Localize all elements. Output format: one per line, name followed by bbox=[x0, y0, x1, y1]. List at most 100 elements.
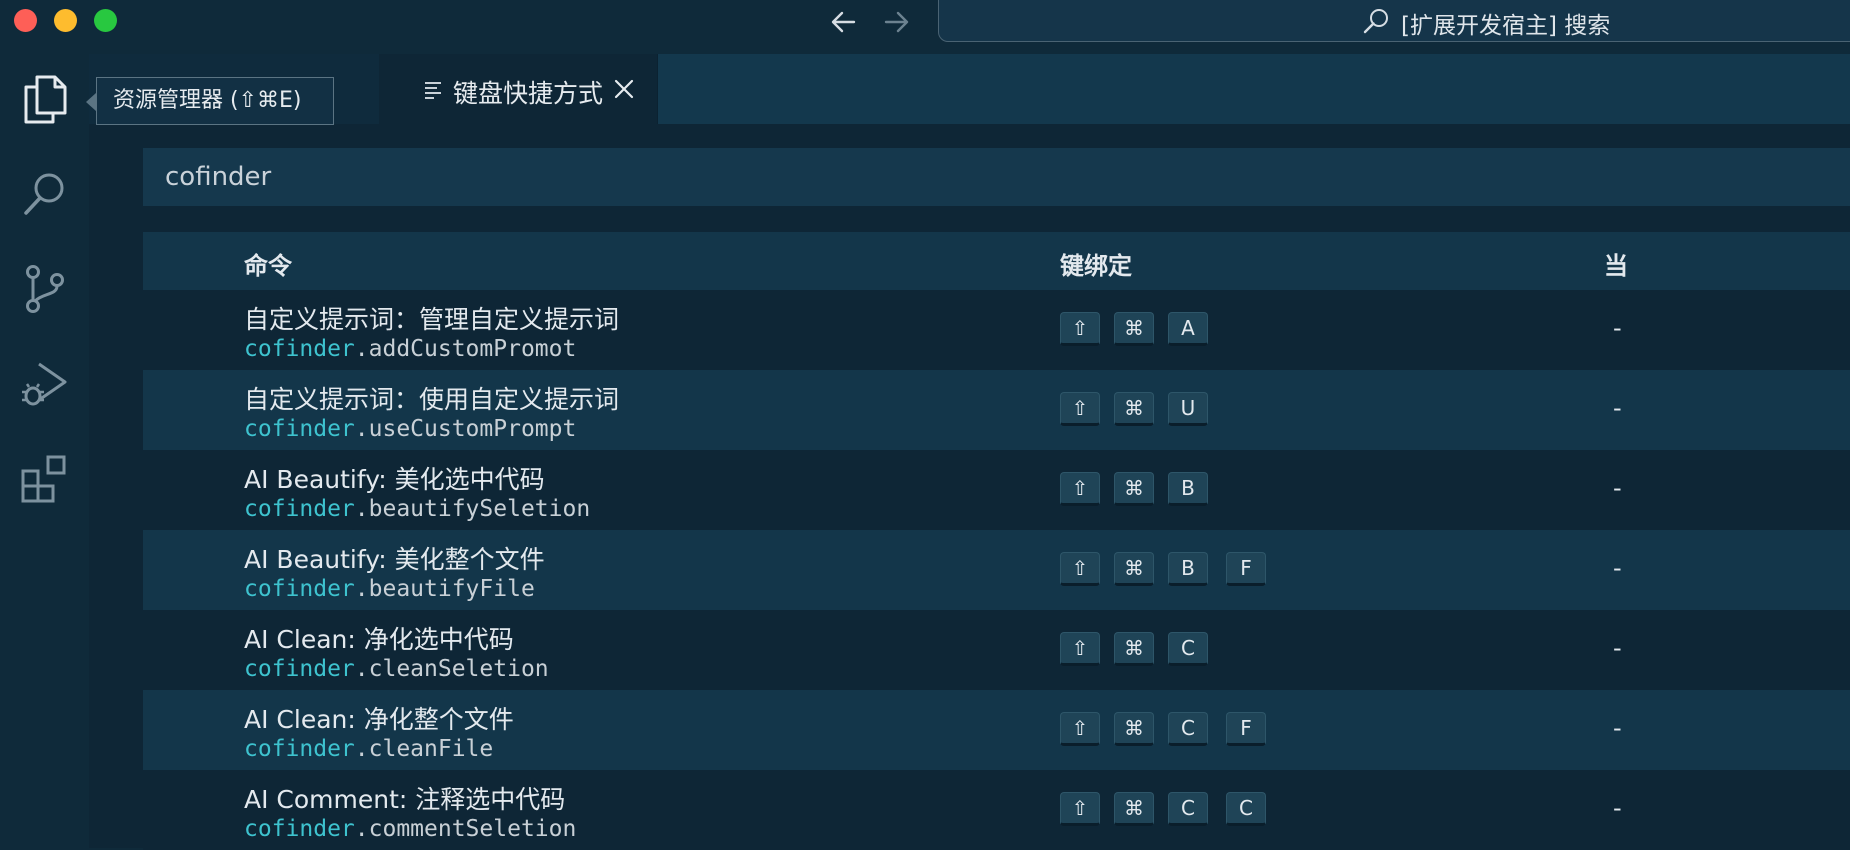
command-id: cofinder.beautifyFile bbox=[244, 576, 535, 602]
key-cap: ⇧ bbox=[1060, 312, 1100, 346]
command-name: .cleanSeletion bbox=[354, 656, 549, 682]
command-namespace: cofinder bbox=[244, 336, 355, 362]
key-cap: ⇧ bbox=[1060, 632, 1100, 666]
key-cap: B bbox=[1168, 552, 1208, 586]
command-id: cofinder.cleanSeletion bbox=[244, 656, 549, 682]
key-cap: ⇧ bbox=[1060, 472, 1100, 506]
go-forward-button[interactable] bbox=[878, 4, 914, 40]
table-row[interactable]: AI Clean: 净化选中代码 cofinder.cleanSeletion ⇧ ⌘… bbox=[143, 610, 1850, 690]
tab-keyboard-shortcuts[interactable]: 键盘快捷方式 bbox=[379, 54, 658, 124]
search-icon bbox=[1363, 9, 1388, 34]
key-cap: B bbox=[1168, 472, 1208, 506]
tab-label: 键盘快捷方式 bbox=[453, 79, 604, 108]
table-row[interactable]: AI Clean: 净化整个文件 cofinder.cleanFile ⇧ ⌘ C F - bbox=[143, 690, 1850, 770]
key-cap: ⇧ bbox=[1060, 792, 1100, 826]
when-clause: - bbox=[1613, 394, 1622, 422]
table-row[interactable]: AI Beautify: 美化整个文件 cofinder.beautifyFile… bbox=[143, 530, 1850, 610]
command-id: cofinder.commentSeletion bbox=[244, 816, 576, 842]
command-name: .beautifySeletion bbox=[354, 496, 591, 522]
close-window-button[interactable] bbox=[14, 9, 37, 32]
command-title: AI Clean: 净化整个文件 bbox=[244, 705, 514, 734]
activity-run-debug[interactable] bbox=[0, 339, 89, 429]
zoom-window-button[interactable] bbox=[94, 9, 117, 32]
keybindings-table: 命令 键绑定 当 自定义提示词：管理自定义提示词 cofinder.addCust… bbox=[143, 232, 1850, 850]
when-clause: - bbox=[1613, 554, 1622, 582]
when-clause: - bbox=[1613, 714, 1622, 742]
command-name: .beautifyFile bbox=[354, 576, 535, 602]
key-cap: U bbox=[1168, 392, 1208, 426]
command-namespace: cofinder bbox=[244, 816, 355, 842]
command-id: cofinder.useCustomPrompt bbox=[244, 416, 576, 442]
table-row[interactable]: 自定义提示词：使用自定义提示词 cofinder.useCustomPrompt ⇧… bbox=[143, 370, 1850, 450]
chord-key-cap: F bbox=[1226, 552, 1266, 586]
tab-bar: 键盘快捷方式 bbox=[89, 54, 1850, 124]
command-title: 自定义提示词：管理自定义提示词 bbox=[244, 305, 620, 334]
command-id: cofinder.cleanFile bbox=[244, 736, 493, 762]
files-icon bbox=[24, 75, 66, 124]
arrow-right-icon bbox=[884, 11, 909, 33]
command-namespace: cofinder bbox=[244, 496, 355, 522]
key-cap: ⌘ bbox=[1114, 312, 1154, 346]
when-clause: - bbox=[1613, 474, 1622, 502]
explorer-tooltip: 资源管理器 (⇧⌘E) bbox=[96, 77, 334, 125]
command-namespace: cofinder bbox=[244, 736, 355, 762]
minimize-window-button[interactable] bbox=[54, 9, 77, 32]
activity-explorer[interactable] bbox=[0, 54, 89, 144]
command-center-label: [扩展开发宿主] 搜索 bbox=[1401, 13, 1611, 39]
table-row[interactable]: 自定义提示词：管理自定义提示词 cofinder.addCustomPromot ⇧… bbox=[143, 290, 1850, 370]
command-namespace: cofinder bbox=[244, 576, 355, 602]
activity-extensions[interactable] bbox=[0, 434, 89, 524]
command-name: .addCustomPromot bbox=[354, 336, 577, 362]
key-cap: ⇧ bbox=[1060, 552, 1100, 586]
column-when[interactable]: 当 bbox=[1604, 246, 1628, 281]
column-keybinding[interactable]: 键绑定 bbox=[1060, 246, 1132, 281]
table-row[interactable]: AI Comment: 注释选中代码 cofinder.commentSeleti… bbox=[143, 770, 1850, 850]
table-body: 自定义提示词：管理自定义提示词 cofinder.addCustomPromot ⇧… bbox=[143, 290, 1850, 850]
command-title: 自定义提示词：使用自定义提示词 bbox=[244, 385, 620, 414]
key-cap: ⇧ bbox=[1060, 392, 1100, 426]
run-debug-icon bbox=[21, 362, 66, 406]
arrow-left-icon bbox=[831, 11, 856, 33]
when-clause: - bbox=[1613, 794, 1622, 822]
command-name: .cleanFile bbox=[354, 736, 494, 762]
command-title: AI Beautify: 美化整个文件 bbox=[244, 545, 545, 574]
keyboard-shortcuts-icon bbox=[425, 82, 441, 99]
key-cap: A bbox=[1168, 312, 1208, 346]
go-back-button[interactable] bbox=[826, 4, 862, 40]
table-header: 命令 键绑定 当 bbox=[143, 232, 1850, 290]
activity-search[interactable] bbox=[0, 149, 89, 239]
when-clause: - bbox=[1613, 314, 1622, 342]
key-cap: ⌘ bbox=[1114, 632, 1154, 666]
command-center[interactable]: [扩展开发宿主] 搜索 bbox=[938, 0, 1850, 42]
command-title: AI Clean: 净化选中代码 bbox=[244, 625, 514, 654]
key-cap: ⌘ bbox=[1114, 552, 1154, 586]
keybindings-search-input[interactable] bbox=[143, 148, 1850, 206]
source-control-icon bbox=[25, 265, 64, 313]
key-cap: ⌘ bbox=[1114, 712, 1154, 746]
key-cap: C bbox=[1168, 712, 1208, 746]
command-namespace: cofinder bbox=[244, 656, 355, 682]
key-cap: ⌘ bbox=[1114, 472, 1154, 506]
command-id: cofinder.addCustomPromot bbox=[244, 336, 576, 362]
key-cap: ⇧ bbox=[1060, 712, 1100, 746]
table-row[interactable]: AI Beautify: 美化选中代码 cofinder.beautifySele… bbox=[143, 450, 1850, 530]
chord-key-cap: F bbox=[1226, 712, 1266, 746]
command-id: cofinder.beautifySeletion bbox=[244, 496, 590, 522]
key-cap: C bbox=[1168, 632, 1208, 666]
activity-source-control[interactable] bbox=[0, 244, 89, 334]
key-cap: ⌘ bbox=[1114, 392, 1154, 426]
command-title: AI Beautify: 美化选中代码 bbox=[244, 465, 545, 494]
close-icon[interactable] bbox=[613, 78, 635, 100]
command-name: .commentSeletion bbox=[354, 816, 577, 842]
when-clause: - bbox=[1613, 634, 1622, 662]
command-title: AI Comment: 注释选中代码 bbox=[244, 785, 566, 814]
command-namespace: cofinder bbox=[244, 416, 355, 442]
activity-bar bbox=[0, 54, 89, 848]
key-cap: ⌘ bbox=[1114, 792, 1154, 826]
tooltip-arrow bbox=[86, 93, 96, 111]
column-command[interactable]: 命令 bbox=[244, 246, 292, 281]
chord-key-cap: C bbox=[1226, 792, 1266, 826]
key-cap: C bbox=[1168, 792, 1208, 826]
command-name: .useCustomPrompt bbox=[354, 416, 577, 442]
search-icon bbox=[23, 173, 63, 215]
